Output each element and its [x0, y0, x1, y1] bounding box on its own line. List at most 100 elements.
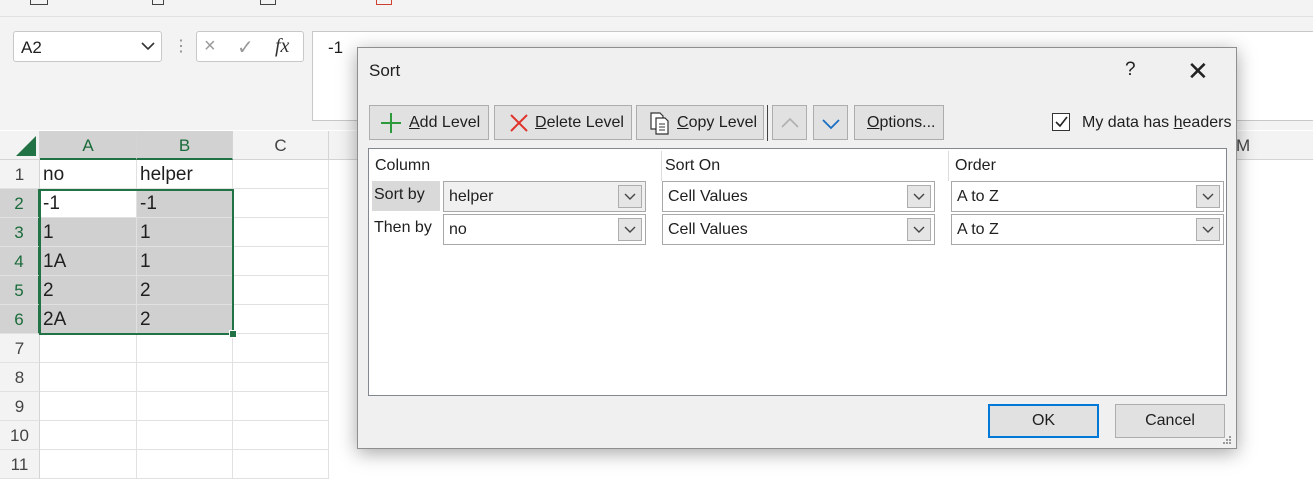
sort-by-label[interactable]: Sort by	[372, 181, 440, 211]
sort-by-order-select[interactable]: A to Z	[951, 181, 1224, 212]
move-down-button[interactable]	[813, 105, 848, 140]
ribbon-strip	[0, 0, 1313, 17]
cell-c2[interactable]	[233, 189, 329, 218]
ribbon-icon[interactable]	[260, 0, 276, 5]
cancel-icon[interactable]: ×	[204, 35, 216, 58]
cell-c5[interactable]	[233, 276, 329, 305]
cell-a9[interactable]	[40, 392, 137, 421]
options-button[interactable]: Options...	[854, 105, 944, 140]
insert-function-icon[interactable]: fx	[275, 35, 289, 58]
row-header-1[interactable]: 1	[0, 160, 40, 189]
sort-dialog: Sort ? ✕ Add Level Delete Level Copy Lev…	[357, 47, 1237, 449]
cell-a3[interactable]: 1	[40, 218, 137, 247]
formula-bar-buttons: × ✓ fx	[196, 31, 304, 62]
add-level-button[interactable]: Add Level	[369, 105, 489, 140]
cell-b10[interactable]	[137, 421, 233, 450]
then-by-label[interactable]: Then by	[372, 214, 440, 244]
ribbon-icon[interactable]	[30, 0, 48, 5]
cell-a11[interactable]	[40, 450, 137, 479]
cell-c1[interactable]	[233, 160, 329, 189]
cell-a6[interactable]: 2A	[40, 305, 137, 334]
select-all-icon	[16, 136, 36, 156]
row-header-6[interactable]: 6	[0, 305, 40, 334]
cell-a8[interactable]	[40, 363, 137, 392]
cell-c10[interactable]	[233, 421, 329, 450]
cell-c3[interactable]	[233, 218, 329, 247]
cell-b11[interactable]	[137, 450, 233, 479]
cell-b2[interactable]: -1	[137, 189, 233, 218]
cell-c6[interactable]	[233, 305, 329, 334]
cell-c11[interactable]	[233, 450, 329, 479]
cell-b1[interactable]: helper	[137, 160, 233, 189]
ribbon-icon[interactable]	[152, 0, 164, 5]
then-by-sort-on-select[interactable]: Cell Values	[662, 214, 935, 245]
cell-a1[interactable]: no	[40, 160, 137, 189]
chevron-down-icon[interactable]	[141, 41, 155, 51]
cell-c4[interactable]	[233, 247, 329, 276]
column-header-order: Order	[955, 157, 996, 174]
cell-b5[interactable]: 2	[137, 276, 233, 305]
dropdown-button[interactable]	[1196, 218, 1220, 241]
dropdown-button[interactable]	[907, 218, 931, 241]
sort-by-sort-on-select[interactable]: Cell Values	[662, 181, 935, 212]
select-all-button[interactable]	[0, 131, 40, 160]
copy-level-label: Copy Level	[677, 114, 758, 131]
cell-b3[interactable]: 1	[137, 218, 233, 247]
row-header-2[interactable]: 2	[0, 189, 40, 218]
row-header-11[interactable]: 11	[0, 450, 40, 479]
column-header-m[interactable]: M	[1236, 131, 1313, 160]
cell-b4[interactable]: 1	[137, 247, 233, 276]
column-header-m-label: M	[1236, 136, 1251, 155]
sort-levels-list[interactable]: Column Sort On Order Sort by helper Cell…	[368, 148, 1227, 396]
headers-checkbox-label[interactable]: My data has headers	[1082, 114, 1231, 132]
cell-b8[interactable]	[137, 363, 233, 392]
dropdown-button[interactable]	[907, 185, 931, 208]
column-header-b[interactable]: B	[137, 131, 233, 160]
column-header-column: Column	[369, 151, 662, 181]
cell-a5[interactable]: 2	[40, 276, 137, 305]
dropdown-button[interactable]	[618, 218, 642, 241]
dropdown-button[interactable]	[618, 185, 642, 208]
move-up-button[interactable]	[772, 105, 807, 140]
then-by-column-select[interactable]: no	[443, 214, 646, 245]
headers-checkbox[interactable]	[1052, 113, 1070, 131]
help-button[interactable]: ?	[1125, 59, 1136, 81]
column-header[interactable]	[329, 131, 358, 160]
chevron-down-icon	[1202, 193, 1214, 200]
then-by-order-select[interactable]: A to Z	[951, 214, 1224, 245]
cell-b6[interactable]: 2	[137, 305, 233, 334]
close-button[interactable]: ✕	[1187, 56, 1209, 87]
row-header-4[interactable]: 4	[0, 247, 40, 276]
row-header-9[interactable]: 9	[0, 392, 40, 421]
ribbon-icon[interactable]	[376, 0, 392, 5]
row-header-5[interactable]: 5	[0, 276, 40, 305]
cell-b9[interactable]	[137, 392, 233, 421]
row-header-10[interactable]: 10	[0, 421, 40, 450]
column-header-c[interactable]: C	[233, 131, 329, 160]
copy-level-button[interactable]: Copy Level	[636, 105, 764, 140]
then-by-column-value: no	[449, 221, 467, 238]
cell-a7[interactable]	[40, 334, 137, 363]
column-header-a[interactable]: A	[40, 131, 137, 160]
cell-c8[interactable]	[233, 363, 329, 392]
row-header-8[interactable]: 8	[0, 363, 40, 392]
cell-c9[interactable]	[233, 392, 329, 421]
fill-handle[interactable]	[229, 330, 237, 338]
sort-by-column-select[interactable]: helper	[443, 181, 646, 212]
cell-a2[interactable]: -1	[40, 189, 137, 218]
cancel-button[interactable]: Cancel	[1115, 404, 1225, 438]
cell-c7[interactable]	[233, 334, 329, 363]
cell-a10[interactable]	[40, 421, 137, 450]
cell-a4[interactable]: 1A	[40, 247, 137, 276]
then-by-order-value: A to Z	[957, 221, 999, 238]
row-header-7[interactable]: 7	[0, 334, 40, 363]
row-header-3[interactable]: 3	[0, 218, 40, 247]
ok-button[interactable]: OK	[988, 404, 1099, 438]
dropdown-button[interactable]	[1196, 185, 1220, 208]
resize-grip-icon[interactable]	[1222, 435, 1232, 445]
name-box-value[interactable]: A2	[21, 38, 42, 58]
cell-b7[interactable]	[137, 334, 233, 363]
check-icon[interactable]: ✓	[237, 35, 254, 60]
delete-level-button[interactable]: Delete Level	[494, 105, 632, 140]
name-box[interactable]: A2	[13, 31, 162, 62]
